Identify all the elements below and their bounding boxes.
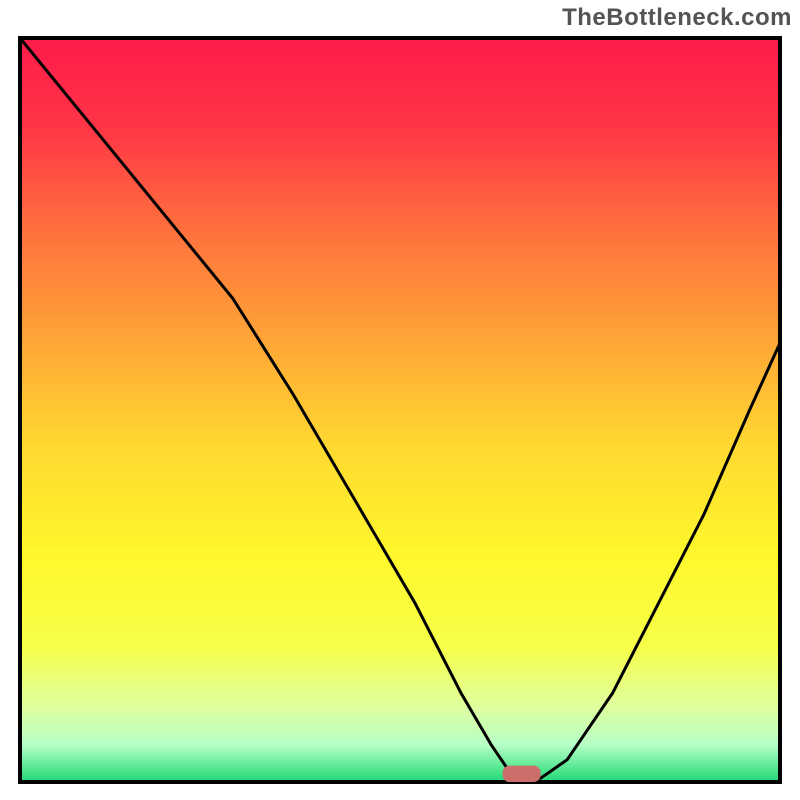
watermark-text: TheBottleneck.com	[562, 4, 792, 32]
gradient-background	[20, 38, 780, 782]
optimum-marker	[503, 766, 541, 782]
chart-container: TheBottleneck.com	[0, 0, 800, 800]
bottleneck-chart	[10, 30, 790, 790]
